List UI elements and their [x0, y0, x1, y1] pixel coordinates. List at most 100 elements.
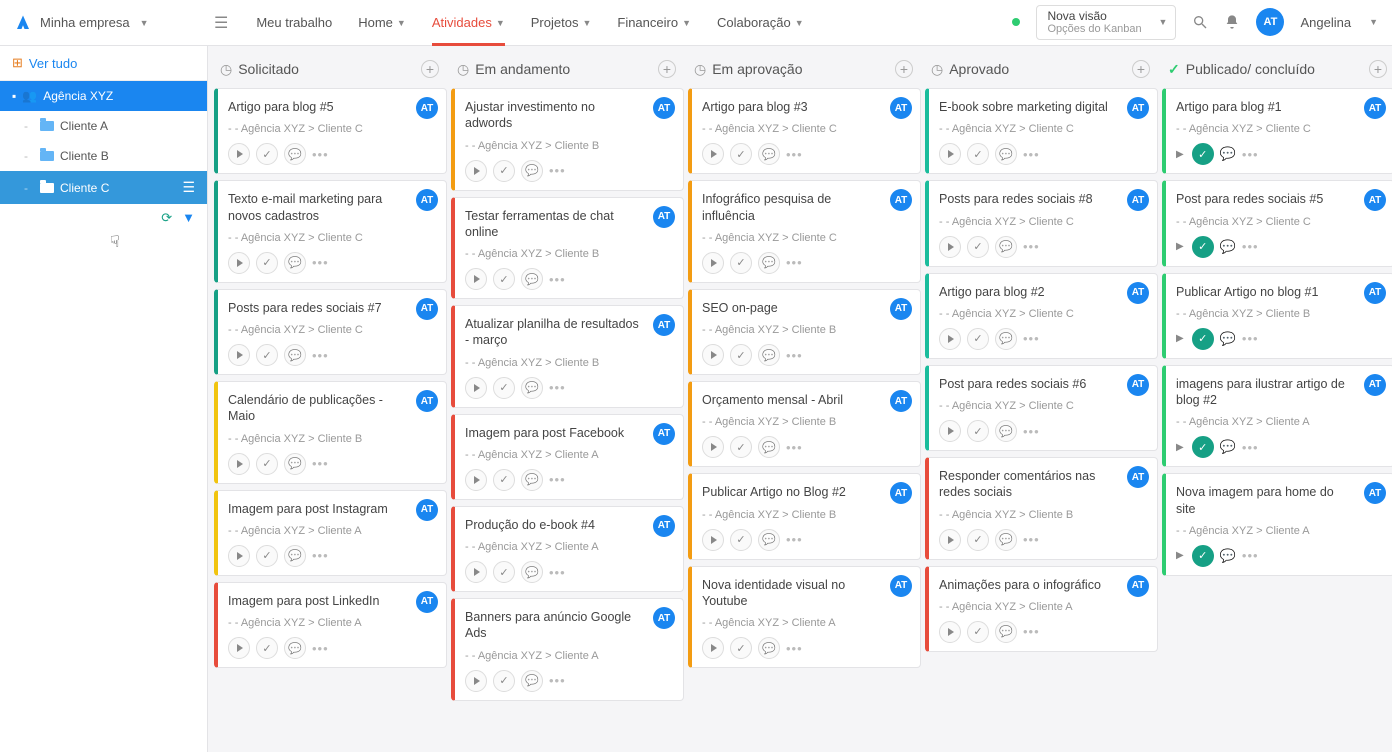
chat-icon[interactable]: 💬	[1220, 439, 1236, 455]
play-button[interactable]	[228, 637, 250, 659]
more-icon[interactable]: •••	[1242, 331, 1259, 346]
refresh-icon[interactable]: ⟳	[161, 210, 172, 226]
check-button[interactable]	[967, 143, 989, 165]
check-button[interactable]	[730, 252, 752, 274]
check-button[interactable]	[967, 328, 989, 350]
check-button[interactable]	[493, 561, 515, 583]
sidebar-item-cliente-c[interactable]: -Cliente C☰	[0, 171, 207, 204]
done-button[interactable]	[1192, 236, 1214, 258]
check-button[interactable]	[256, 143, 278, 165]
assignee-avatar[interactable]: AT	[416, 390, 438, 412]
chat-button[interactable]	[284, 545, 306, 567]
chat-button[interactable]	[521, 469, 543, 491]
more-icon[interactable]: •••	[549, 673, 566, 688]
kanban-card[interactable]: ATAtualizar planilha de resultados - mar…	[451, 305, 684, 408]
play-button[interactable]	[702, 529, 724, 551]
play-button[interactable]	[465, 160, 487, 182]
kanban-card[interactable]: ATPublicar Artigo no blog #1- - Agência …	[1162, 273, 1392, 359]
play-button[interactable]	[939, 328, 961, 350]
chat-icon[interactable]: 💬	[1220, 548, 1236, 564]
check-button[interactable]	[493, 160, 515, 182]
play-button[interactable]	[228, 252, 250, 274]
kanban-card[interactable]: ATE-book sobre marketing digital- - Agên…	[925, 88, 1158, 174]
add-card-button[interactable]: +	[658, 60, 676, 78]
more-icon[interactable]: •••	[786, 440, 803, 455]
play-button[interactable]	[465, 377, 487, 399]
play-button[interactable]	[939, 529, 961, 551]
assignee-avatar[interactable]: AT	[653, 515, 675, 537]
done-button[interactable]	[1192, 436, 1214, 458]
play-button[interactable]	[702, 637, 724, 659]
assignee-avatar[interactable]: AT	[1364, 282, 1386, 304]
kanban-card[interactable]: ATPosts para redes sociais #7- - Agência…	[214, 289, 447, 375]
check-button[interactable]	[493, 670, 515, 692]
done-button[interactable]	[1192, 143, 1214, 165]
kanban-card[interactable]: ATResponder comentários nas redes sociai…	[925, 457, 1158, 560]
assignee-avatar[interactable]: AT	[890, 298, 912, 320]
more-icon[interactable]: •••	[1023, 624, 1040, 639]
add-card-button[interactable]: +	[421, 60, 439, 78]
chat-button[interactable]	[995, 529, 1017, 551]
assignee-avatar[interactable]: AT	[1127, 282, 1149, 304]
play-button[interactable]	[702, 344, 724, 366]
play-button[interactable]	[465, 469, 487, 491]
kanban-card[interactable]: ATTexto e-mail marketing para novos cada…	[214, 180, 447, 283]
assignee-avatar[interactable]: AT	[416, 499, 438, 521]
kanban-card[interactable]: ATPost para redes sociais #5- - Agência …	[1162, 180, 1392, 266]
play-button[interactable]	[702, 143, 724, 165]
assignee-avatar[interactable]: AT	[416, 97, 438, 119]
check-button[interactable]	[493, 268, 515, 290]
kanban-card[interactable]: ATAnimações para o infográfico- - Agênci…	[925, 566, 1158, 652]
play-button[interactable]	[228, 453, 250, 475]
check-button[interactable]	[256, 545, 278, 567]
play-button[interactable]	[465, 670, 487, 692]
chat-button[interactable]	[758, 143, 780, 165]
filter-icon[interactable]: ▼	[182, 210, 195, 226]
check-button[interactable]	[730, 143, 752, 165]
brand-selector[interactable]: Minha empresa ▼	[14, 14, 208, 32]
more-icon[interactable]: •••	[1023, 239, 1040, 254]
menu-icon[interactable]: ☰	[182, 179, 195, 196]
kanban-card[interactable]: ATPost para redes sociais #6- - Agência …	[925, 365, 1158, 451]
sidebar-item-cliente-a[interactable]: -Cliente A	[0, 111, 207, 141]
chat-button[interactable]	[284, 344, 306, 366]
assignee-avatar[interactable]: AT	[1364, 189, 1386, 211]
more-icon[interactable]: •••	[312, 255, 329, 270]
chat-button[interactable]	[995, 420, 1017, 442]
play-button[interactable]	[702, 436, 724, 458]
sidebar-item-cliente-b[interactable]: -Cliente B	[0, 141, 207, 171]
more-icon[interactable]: •••	[1242, 440, 1259, 455]
tree-root[interactable]: ▪ 👥 Agência XYZ	[0, 81, 207, 111]
kanban-card[interactable]: ATNova identidade visual no Youtube- - A…	[688, 566, 921, 669]
more-icon[interactable]: •••	[786, 532, 803, 547]
play-button[interactable]	[228, 344, 250, 366]
play-button[interactable]	[228, 143, 250, 165]
add-card-button[interactable]: +	[1369, 60, 1387, 78]
check-button[interactable]	[967, 420, 989, 442]
nav-projetos[interactable]: Projetos▼	[531, 0, 592, 45]
assignee-avatar[interactable]: AT	[653, 97, 675, 119]
chat-button[interactable]	[758, 344, 780, 366]
chat-button[interactable]	[521, 561, 543, 583]
assignee-avatar[interactable]: AT	[1127, 466, 1149, 488]
chat-icon[interactable]: 💬	[1220, 146, 1236, 162]
kanban-card[interactable]: ATArtigo para blog #1- - Agência XYZ > C…	[1162, 88, 1392, 174]
kanban-card[interactable]: ATSEO on-page- - Agência XYZ > Cliente B…	[688, 289, 921, 375]
play-button[interactable]	[465, 268, 487, 290]
done-button[interactable]	[1192, 328, 1214, 350]
check-button[interactable]	[967, 236, 989, 258]
check-button[interactable]	[256, 637, 278, 659]
assignee-avatar[interactable]: AT	[1364, 374, 1386, 396]
play-button[interactable]	[939, 143, 961, 165]
nav-colaboração[interactable]: Colaboração▼	[717, 0, 804, 45]
play-button[interactable]	[702, 252, 724, 274]
check-button[interactable]	[730, 529, 752, 551]
check-button[interactable]	[493, 377, 515, 399]
view-all-link[interactable]: ⊞ Ver tudo	[0, 46, 207, 81]
chevron-down-icon[interactable]: ▼	[1369, 17, 1378, 27]
more-icon[interactable]: •••	[786, 147, 803, 162]
nav-atividades[interactable]: Atividades▼	[432, 0, 505, 45]
more-icon[interactable]: •••	[786, 255, 803, 270]
more-icon[interactable]: •••	[549, 565, 566, 580]
kanban-card[interactable]: ATBanners para anúncio Google Ads- - Agê…	[451, 598, 684, 701]
